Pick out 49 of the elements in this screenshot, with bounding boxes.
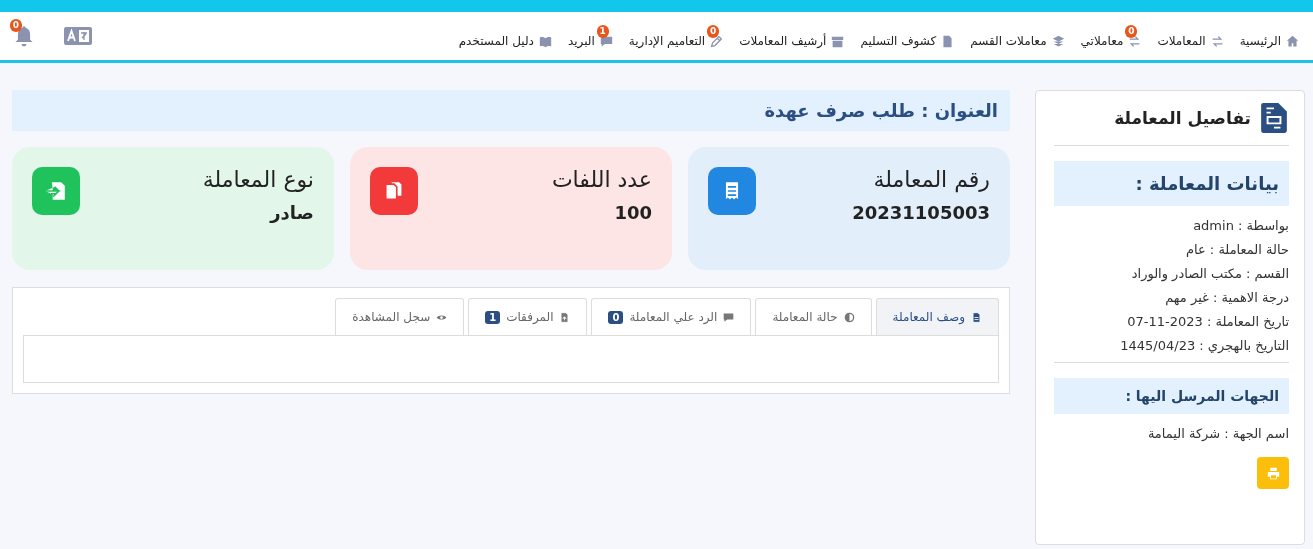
title-bar: العنوان : طلب صرف عهدة <box>12 90 1010 131</box>
section-heading: بيانات المعاملة : <box>1054 161 1289 206</box>
tab[interactable]: حالة المعاملة <box>755 298 872 335</box>
file-icon <box>971 311 982 323</box>
archive-icon <box>831 34 845 48</box>
detail-text: تاريخ المعاملة : 2023-11-07 <box>1126 314 1289 329</box>
nav-link[interactable]: دليل المستخدم <box>458 24 552 48</box>
upload-icon <box>559 311 571 323</box>
count-badge: 0 <box>706 24 720 38</box>
book-icon <box>538 34 552 48</box>
file-icon <box>941 34 955 48</box>
card-value: 100 <box>613 202 652 223</box>
count-badge: 0 <box>608 310 624 324</box>
tab[interactable]: سجل المشاهدة <box>335 298 465 335</box>
layers-icon <box>1051 34 1065 48</box>
home-icon <box>1286 34 1299 48</box>
document-icon <box>1261 103 1287 133</box>
swap-icon <box>1128 34 1142 48</box>
section-heading: الجهات المرسل اليها : <box>1054 378 1289 414</box>
nav-link[interactable]: الرئيسية <box>1239 24 1299 48</box>
nav-link[interactable]: معاملات القسم <box>970 24 1065 48</box>
swap-icon <box>1210 34 1224 48</box>
comment-icon <box>599 34 613 48</box>
translate-icon[interactable] <box>64 27 92 45</box>
half-icon <box>843 311 855 323</box>
count-badge: 1 <box>596 24 609 38</box>
count-badge: 0 <box>9 19 22 32</box>
edit-icon <box>710 34 724 48</box>
print-button[interactable] <box>1257 457 1289 489</box>
detail-text: القسم : مكتب الصادر والوراد <box>1130 266 1289 281</box>
card-label: رقم المعاملة <box>872 167 990 192</box>
card-label: عدد اللفات <box>551 167 652 192</box>
nav-link[interactable]: المعاملات <box>1157 24 1224 48</box>
nav-link[interactable]: أرشيف المعاملات <box>739 24 845 48</box>
count-badge: 1 <box>485 310 501 324</box>
comment-icon <box>723 311 735 323</box>
detail-text: التاريخ بالهجري : 1445/04/23 <box>1119 338 1289 353</box>
card-value: 20231105003 <box>852 202 990 223</box>
detail-text: درجة الاهمية : غير مهم <box>1164 290 1289 305</box>
detail-text: اسم الجهة : شركة اليمامة <box>1146 426 1289 441</box>
tab[interactable]: وصف المعاملة <box>875 298 999 335</box>
card-label: نوع المعاملة <box>202 167 314 192</box>
count-badge: 0 <box>1125 24 1138 38</box>
detail-text: حالة المعاملة : عام <box>1184 242 1289 257</box>
card-value: صادر <box>268 202 314 223</box>
printer-icon <box>1266 466 1280 480</box>
panel-title: تفاصيل المعاملة <box>1114 108 1251 128</box>
detail-text: بواسطة : admin <box>1192 218 1289 233</box>
nav-link[interactable]: كشوف التسليم <box>860 24 955 48</box>
